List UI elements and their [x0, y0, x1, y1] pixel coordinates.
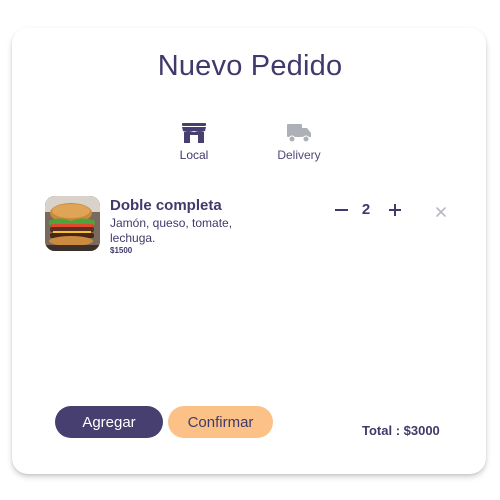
close-icon	[436, 207, 446, 217]
item-name: Doble completa	[110, 197, 222, 214]
plus-icon	[389, 204, 401, 216]
burger-image	[45, 196, 100, 251]
truck-icon	[287, 124, 311, 143]
minus-icon	[335, 209, 348, 211]
order-mode-delivery[interactable]: Delivery	[259, 122, 339, 162]
confirm-button[interactable]: Confirmar	[168, 406, 273, 438]
item-price: $1500	[110, 246, 133, 255]
order-total: Total : $3000	[362, 423, 440, 438]
item-description: Jamón, queso, tomate, lechuga.	[110, 216, 233, 245]
page-title: Nuevo Pedido	[157, 50, 343, 82]
order-mode-local[interactable]: Local	[154, 122, 234, 162]
add-button[interactable]: Agregar	[55, 406, 163, 438]
increase-quantity-button[interactable]	[386, 200, 404, 220]
order-mode-local-label: Local	[179, 148, 209, 162]
item-quantity: 2	[361, 201, 371, 218]
order-mode-delivery-label: Delivery	[277, 148, 321, 162]
decrease-quantity-button[interactable]	[333, 200, 351, 220]
remove-item-button[interactable]	[434, 205, 448, 219]
store-icon	[182, 123, 206, 143]
